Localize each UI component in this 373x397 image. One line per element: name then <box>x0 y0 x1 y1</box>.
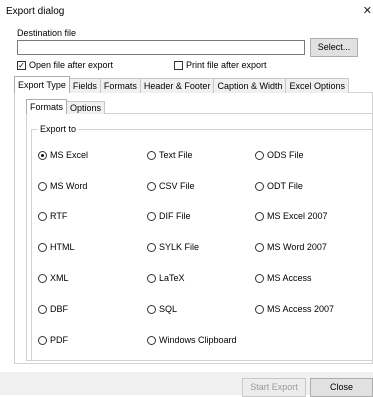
radio-sql[interactable]: SQL <box>147 303 177 315</box>
radio-label: Windows Clipboard <box>159 335 237 345</box>
print-after-export-option[interactable]: Print file after export <box>174 60 267 70</box>
radio-label: LaTeX <box>159 273 185 283</box>
radio-button[interactable] <box>147 242 156 252</box>
open-after-export-checkbox[interactable] <box>17 60 26 70</box>
radio-label: MS Excel 2007 <box>267 211 328 221</box>
radio-label: CSV File <box>159 181 195 191</box>
radio-button[interactable] <box>255 242 264 252</box>
radio-button[interactable] <box>147 181 156 191</box>
radio-label: Text File <box>159 150 193 160</box>
radio-label: MS Access <box>267 273 312 283</box>
radio-pdf[interactable]: PDF <box>38 334 68 346</box>
select-button[interactable]: Select... <box>310 38 358 57</box>
print-after-export-checkbox[interactable] <box>174 60 183 70</box>
tab-header-footer[interactable]: Header & Footer <box>139 78 215 93</box>
radio-ms-access[interactable]: MS Access <box>255 272 312 284</box>
radio-button[interactable] <box>255 150 264 160</box>
subtab-options[interactable]: Options <box>66 101 106 114</box>
radio-label: PDF <box>50 335 68 345</box>
radio-label: HTML <box>50 242 75 252</box>
radio-windows-clipboard[interactable]: Windows Clipboard <box>147 334 237 346</box>
export-to-label: Export to <box>38 124 79 134</box>
radio-odt-file[interactable]: ODT File <box>255 180 303 192</box>
radio-button[interactable] <box>38 150 47 160</box>
radio-rtf[interactable]: RTF <box>38 210 67 222</box>
radio-button[interactable] <box>38 181 47 191</box>
radio-csv-file[interactable]: CSV File <box>147 180 195 192</box>
open-after-export-option[interactable]: Open file after export <box>17 60 113 70</box>
tab-caption-width[interactable]: Caption & Width <box>213 78 287 93</box>
radio-sylk-file[interactable]: SYLK File <box>147 241 199 253</box>
radio-label: ODS File <box>267 150 304 160</box>
radio-button[interactable] <box>255 273 264 283</box>
radio-button[interactable] <box>255 181 264 191</box>
tab-formats[interactable]: Formats <box>99 78 141 93</box>
radio-button[interactable] <box>255 211 264 221</box>
close-icon[interactable]: ✕ <box>363 4 372 17</box>
radio-ms-word-2007[interactable]: MS Word 2007 <box>255 241 327 253</box>
radio-label: MS Access 2007 <box>267 304 335 314</box>
tab-excel-options[interactable]: Excel Options <box>285 78 350 93</box>
radio-label: ODT File <box>267 181 303 191</box>
open-after-export-label: Open file after export <box>29 60 114 70</box>
radio-dif-file[interactable]: DIF File <box>147 210 191 222</box>
window-title: Export dialog <box>6 6 65 17</box>
tab-export-type[interactable]: Export Type <box>14 76 70 93</box>
radio-button[interactable] <box>38 211 47 221</box>
radio-label: MS Excel <box>50 150 89 160</box>
radio-button[interactable] <box>38 335 47 345</box>
radio-ods-file[interactable]: ODS File <box>255 149 304 161</box>
radio-button[interactable] <box>147 211 156 221</box>
radio-label: RTF <box>50 211 68 221</box>
destination-label: Destination file <box>17 28 77 38</box>
radio-button[interactable] <box>38 304 47 314</box>
radio-label: DIF File <box>159 211 191 221</box>
radio-button[interactable] <box>147 273 156 283</box>
destination-input[interactable] <box>17 40 305 55</box>
radio-text-file[interactable]: Text File <box>147 149 193 161</box>
radio-button[interactable] <box>38 242 47 252</box>
radio-ms-access-2007[interactable]: MS Access 2007 <box>255 303 334 315</box>
radio-button[interactable] <box>38 273 47 283</box>
tab-fields[interactable]: Fields <box>68 78 101 93</box>
radio-html[interactable]: HTML <box>38 241 75 253</box>
radio-button[interactable] <box>255 304 264 314</box>
radio-label: XML <box>50 273 69 283</box>
radio-label: MS Word 2007 <box>267 242 327 252</box>
radio-label: MS Word <box>50 181 88 191</box>
radio-xml[interactable]: XML <box>38 272 69 284</box>
radio-ms-word[interactable]: MS Word <box>38 180 87 192</box>
radio-button[interactable] <box>147 150 156 160</box>
start-export-button[interactable]: Start Export <box>242 378 306 397</box>
main-tabs: Export Type Fields Formats Header & Foot… <box>14 76 373 93</box>
print-after-export-label: Print file after export <box>186 60 267 70</box>
radio-ms-excel-2007[interactable]: MS Excel 2007 <box>255 210 328 222</box>
radio-label: SQL <box>159 304 178 314</box>
radio-label: SYLK File <box>159 242 200 252</box>
radio-button[interactable] <box>147 304 156 314</box>
close-button[interactable]: Close <box>310 378 373 397</box>
radio-button[interactable] <box>147 335 156 345</box>
radio-ms-excel[interactable]: MS Excel <box>38 149 88 161</box>
radio-latex[interactable]: LaTeX <box>147 272 185 284</box>
subtab-formats[interactable]: Formats <box>26 99 68 114</box>
sub-tabs: Formats Options <box>26 99 106 114</box>
radio-label: DBF <box>50 304 68 314</box>
radio-dbf[interactable]: DBF <box>38 303 68 315</box>
